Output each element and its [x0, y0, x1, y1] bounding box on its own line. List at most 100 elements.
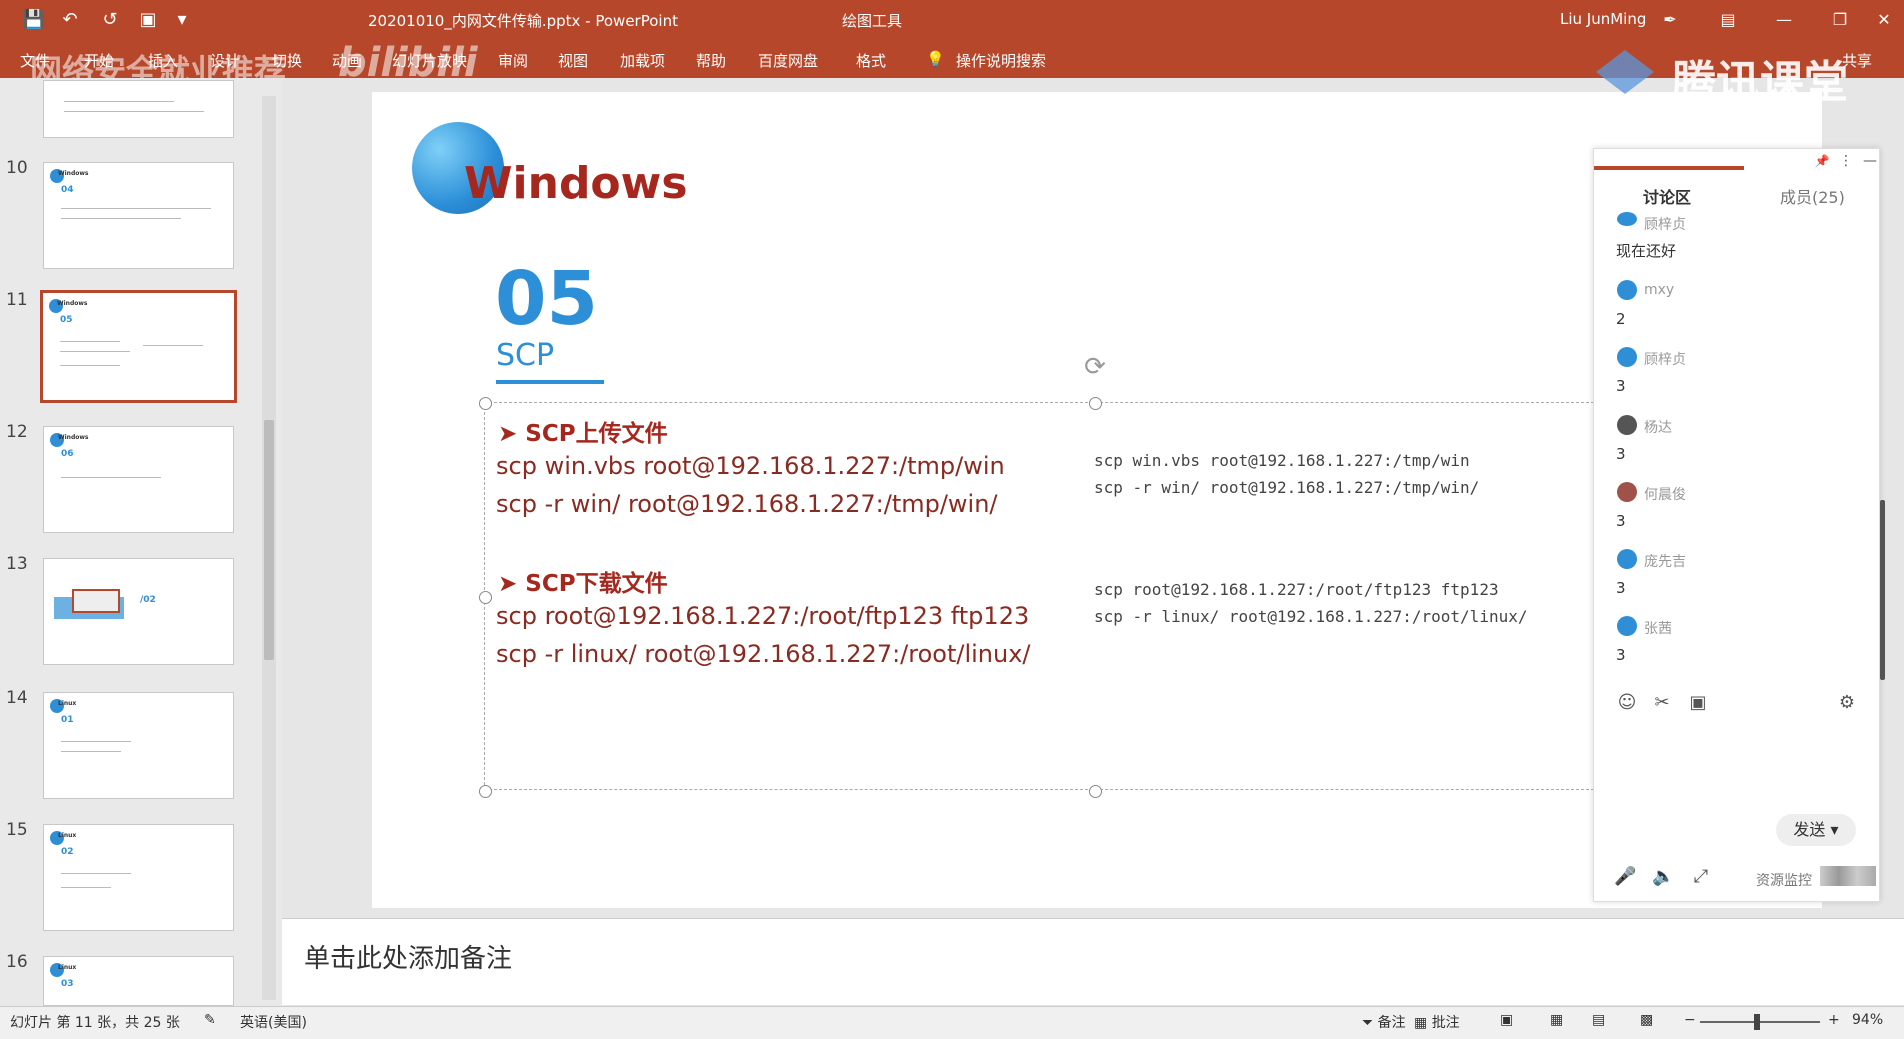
download-heading-text: SCP下载文件 [525, 571, 668, 597]
arrow-bullet-icon: ➤ [498, 571, 526, 597]
thumbnail-title: Linux [58, 832, 77, 839]
tab-view[interactable]: 视图 [558, 50, 588, 71]
slide-thumbnail-12[interactable]: Windows 06 [43, 426, 234, 533]
screenshot-scissors-icon[interactable]: ✂ [1651, 692, 1673, 714]
message-author: 杨达 [1644, 420, 1672, 436]
send-button[interactable]: 发送 ▾ [1776, 814, 1856, 846]
message-author: 张茜 [1644, 621, 1672, 637]
thumbnail-number: 01 [61, 715, 74, 725]
tab-help[interactable]: 帮助 [696, 50, 726, 71]
tab-addins[interactable]: 加载项 [620, 50, 665, 71]
title-bar: 💾 ↶ ↺ ▣ ▾ 20201010_内网文件传输.pptx - PowerPo… [0, 0, 1904, 40]
upload-heading-text: SCP上传文件 [525, 421, 668, 447]
notes-placeholder[interactable]: 单击此处添加备注 [304, 938, 512, 975]
expand-icon[interactable]: ⤢ [1690, 866, 1712, 888]
upload-mono-1[interactable]: scp win.vbs root@192.168.1.227:/tmp/win [1094, 451, 1470, 470]
redo-icon[interactable]: ↺ [98, 8, 122, 32]
notes-toggle[interactable]: ⏷ 备注 [1362, 1012, 1406, 1032]
slide-thumbnail-11-selected[interactable]: Windows 05 [40, 290, 237, 403]
slide-thumbnail-13[interactable]: /02 [43, 558, 234, 665]
speaker-icon[interactable]: 🔈 [1652, 866, 1674, 888]
active-tab-indicator [1594, 166, 1744, 170]
reading-view-icon[interactable]: ▤ [1592, 1012, 1605, 1028]
emoji-icon[interactable]: ☺ [1616, 692, 1638, 714]
zoom-level[interactable]: 94% [1852, 1012, 1883, 1028]
zoom-in-icon[interactable]: + [1828, 1012, 1840, 1028]
thumbnail-scrollbar-thumb[interactable] [264, 420, 274, 660]
slide-thumbnail-15[interactable]: Linux 02 [43, 824, 234, 931]
more-icon[interactable]: ⋮ [1835, 150, 1857, 172]
slide-number: 16 [6, 952, 28, 972]
minimize-panel-icon[interactable]: — [1859, 150, 1881, 172]
slide-thumbnail-14[interactable]: Linux 01 [43, 692, 234, 799]
zoom-slider-thumb[interactable] [1754, 1014, 1760, 1030]
section-subtitle[interactable]: SCP [496, 338, 554, 373]
slide-number: 14 [6, 688, 28, 708]
image-icon[interactable]: ▣ [1687, 692, 1709, 714]
download-command-1[interactable]: scp root@192.168.1.227:/root/ftp123 ftp1… [496, 602, 1029, 630]
watermark-tencent: 腾讯课堂 [1672, 57, 1848, 108]
customize-toolbar-icon[interactable]: ▾ [170, 8, 194, 32]
settings-icon[interactable]: ⚙ [1836, 692, 1858, 714]
pen-icon[interactable]: ✒ [1652, 6, 1688, 34]
tab-review[interactable]: 审阅 [498, 50, 528, 71]
message-text: 现在还好 [1616, 242, 1677, 260]
resize-handle[interactable] [479, 785, 492, 798]
save-icon[interactable]: 💾 [22, 8, 46, 32]
resize-handle[interactable] [479, 591, 492, 604]
message-author: 顾梓贞 [1644, 217, 1686, 233]
message-author: 庞先吉 [1644, 554, 1686, 570]
comments-toggle[interactable]: ▦ 批注 [1414, 1012, 1460, 1032]
resize-handle[interactable] [1089, 397, 1102, 410]
user-name[interactable]: Liu JunMing [1560, 10, 1646, 28]
slideshow-icon[interactable]: ▩ [1640, 1012, 1653, 1028]
normal-view-icon[interactable]: ▣ [1500, 1012, 1513, 1028]
minimize-icon[interactable]: — [1766, 6, 1802, 34]
slide-thumbnail-9[interactable] [43, 80, 234, 138]
start-from-beginning-icon[interactable]: ▣ [136, 8, 160, 32]
undo-icon[interactable]: ↶ [58, 8, 82, 32]
tab-discussion[interactable]: 讨论区 [1643, 184, 1691, 208]
spellcheck-icon[interactable]: ✎ [204, 1012, 216, 1028]
language-indicator[interactable]: 英语(美国) [240, 1012, 307, 1032]
upload-heading: ➤ SCP上传文件 [498, 414, 668, 448]
download-mono-2[interactable]: scp -r linux/ root@192.168.1.227:/root/l… [1094, 607, 1527, 626]
tab-members[interactable]: 成员(25) [1780, 184, 1845, 208]
slide-title[interactable]: Windows [464, 158, 688, 209]
upload-mono-2[interactable]: scp -r win/ root@192.168.1.227:/tmp/win/ [1094, 478, 1479, 497]
slide-number: 13 [6, 554, 28, 574]
rotate-handle-icon[interactable]: ⟳ [1080, 352, 1110, 382]
upload-command-2[interactable]: scp -r win/ root@192.168.1.227:/tmp/win/ [496, 490, 998, 518]
slide-number: 10 [6, 158, 28, 178]
zoom-out-icon[interactable]: − [1684, 1012, 1696, 1028]
thumbnail-number: 03 [61, 979, 74, 989]
resize-handle[interactable] [479, 397, 492, 410]
slide-sorter-icon[interactable]: ▦ [1550, 1012, 1563, 1028]
slide-thumbnail-pane: 10 Windows 04 11 Windows 05 12 Windows 0… [0, 78, 282, 1006]
user-avatar [1617, 482, 1637, 502]
slide-thumbnail-10[interactable]: Windows 04 [43, 162, 234, 269]
ribbon-display-icon[interactable]: ▤ [1710, 6, 1746, 34]
notes-pane[interactable] [282, 918, 1904, 1005]
slide-thumbnail-16[interactable]: Linux 03 [43, 956, 234, 1006]
download-command-2[interactable]: scp -r linux/ root@192.168.1.227:/root/l… [496, 640, 1031, 668]
tab-format[interactable]: 格式 [856, 50, 886, 71]
restore-icon[interactable]: ❐ [1822, 6, 1858, 34]
thumbnail-number: 02 [61, 847, 74, 857]
lightbulb-icon: 💡 [926, 50, 945, 68]
chat-scrollbar[interactable] [1880, 500, 1885, 680]
tab-baidu-netdisk[interactable]: 百度网盘 [758, 50, 818, 71]
section-number[interactable]: 05 [495, 256, 598, 342]
user-avatar [1617, 212, 1637, 226]
subtitle-underline [496, 380, 604, 384]
close-icon[interactable]: ✕ [1866, 6, 1902, 34]
microphone-icon[interactable]: 🎤 [1614, 866, 1636, 888]
zoom-slider[interactable] [1700, 1021, 1820, 1023]
upload-command-1[interactable]: scp win.vbs root@192.168.1.227:/tmp/win [496, 452, 1005, 480]
resize-handle[interactable] [1089, 785, 1102, 798]
resource-monitor[interactable]: 资源监控 [1756, 870, 1812, 890]
download-mono-1[interactable]: scp root@192.168.1.227:/root/ftp123 ftp1… [1094, 580, 1499, 599]
context-tool-label: 绘图工具 [842, 12, 903, 30]
pin-icon[interactable]: 📌 [1811, 150, 1833, 172]
tell-me-search[interactable]: 操作说明搜索 [956, 50, 1046, 71]
